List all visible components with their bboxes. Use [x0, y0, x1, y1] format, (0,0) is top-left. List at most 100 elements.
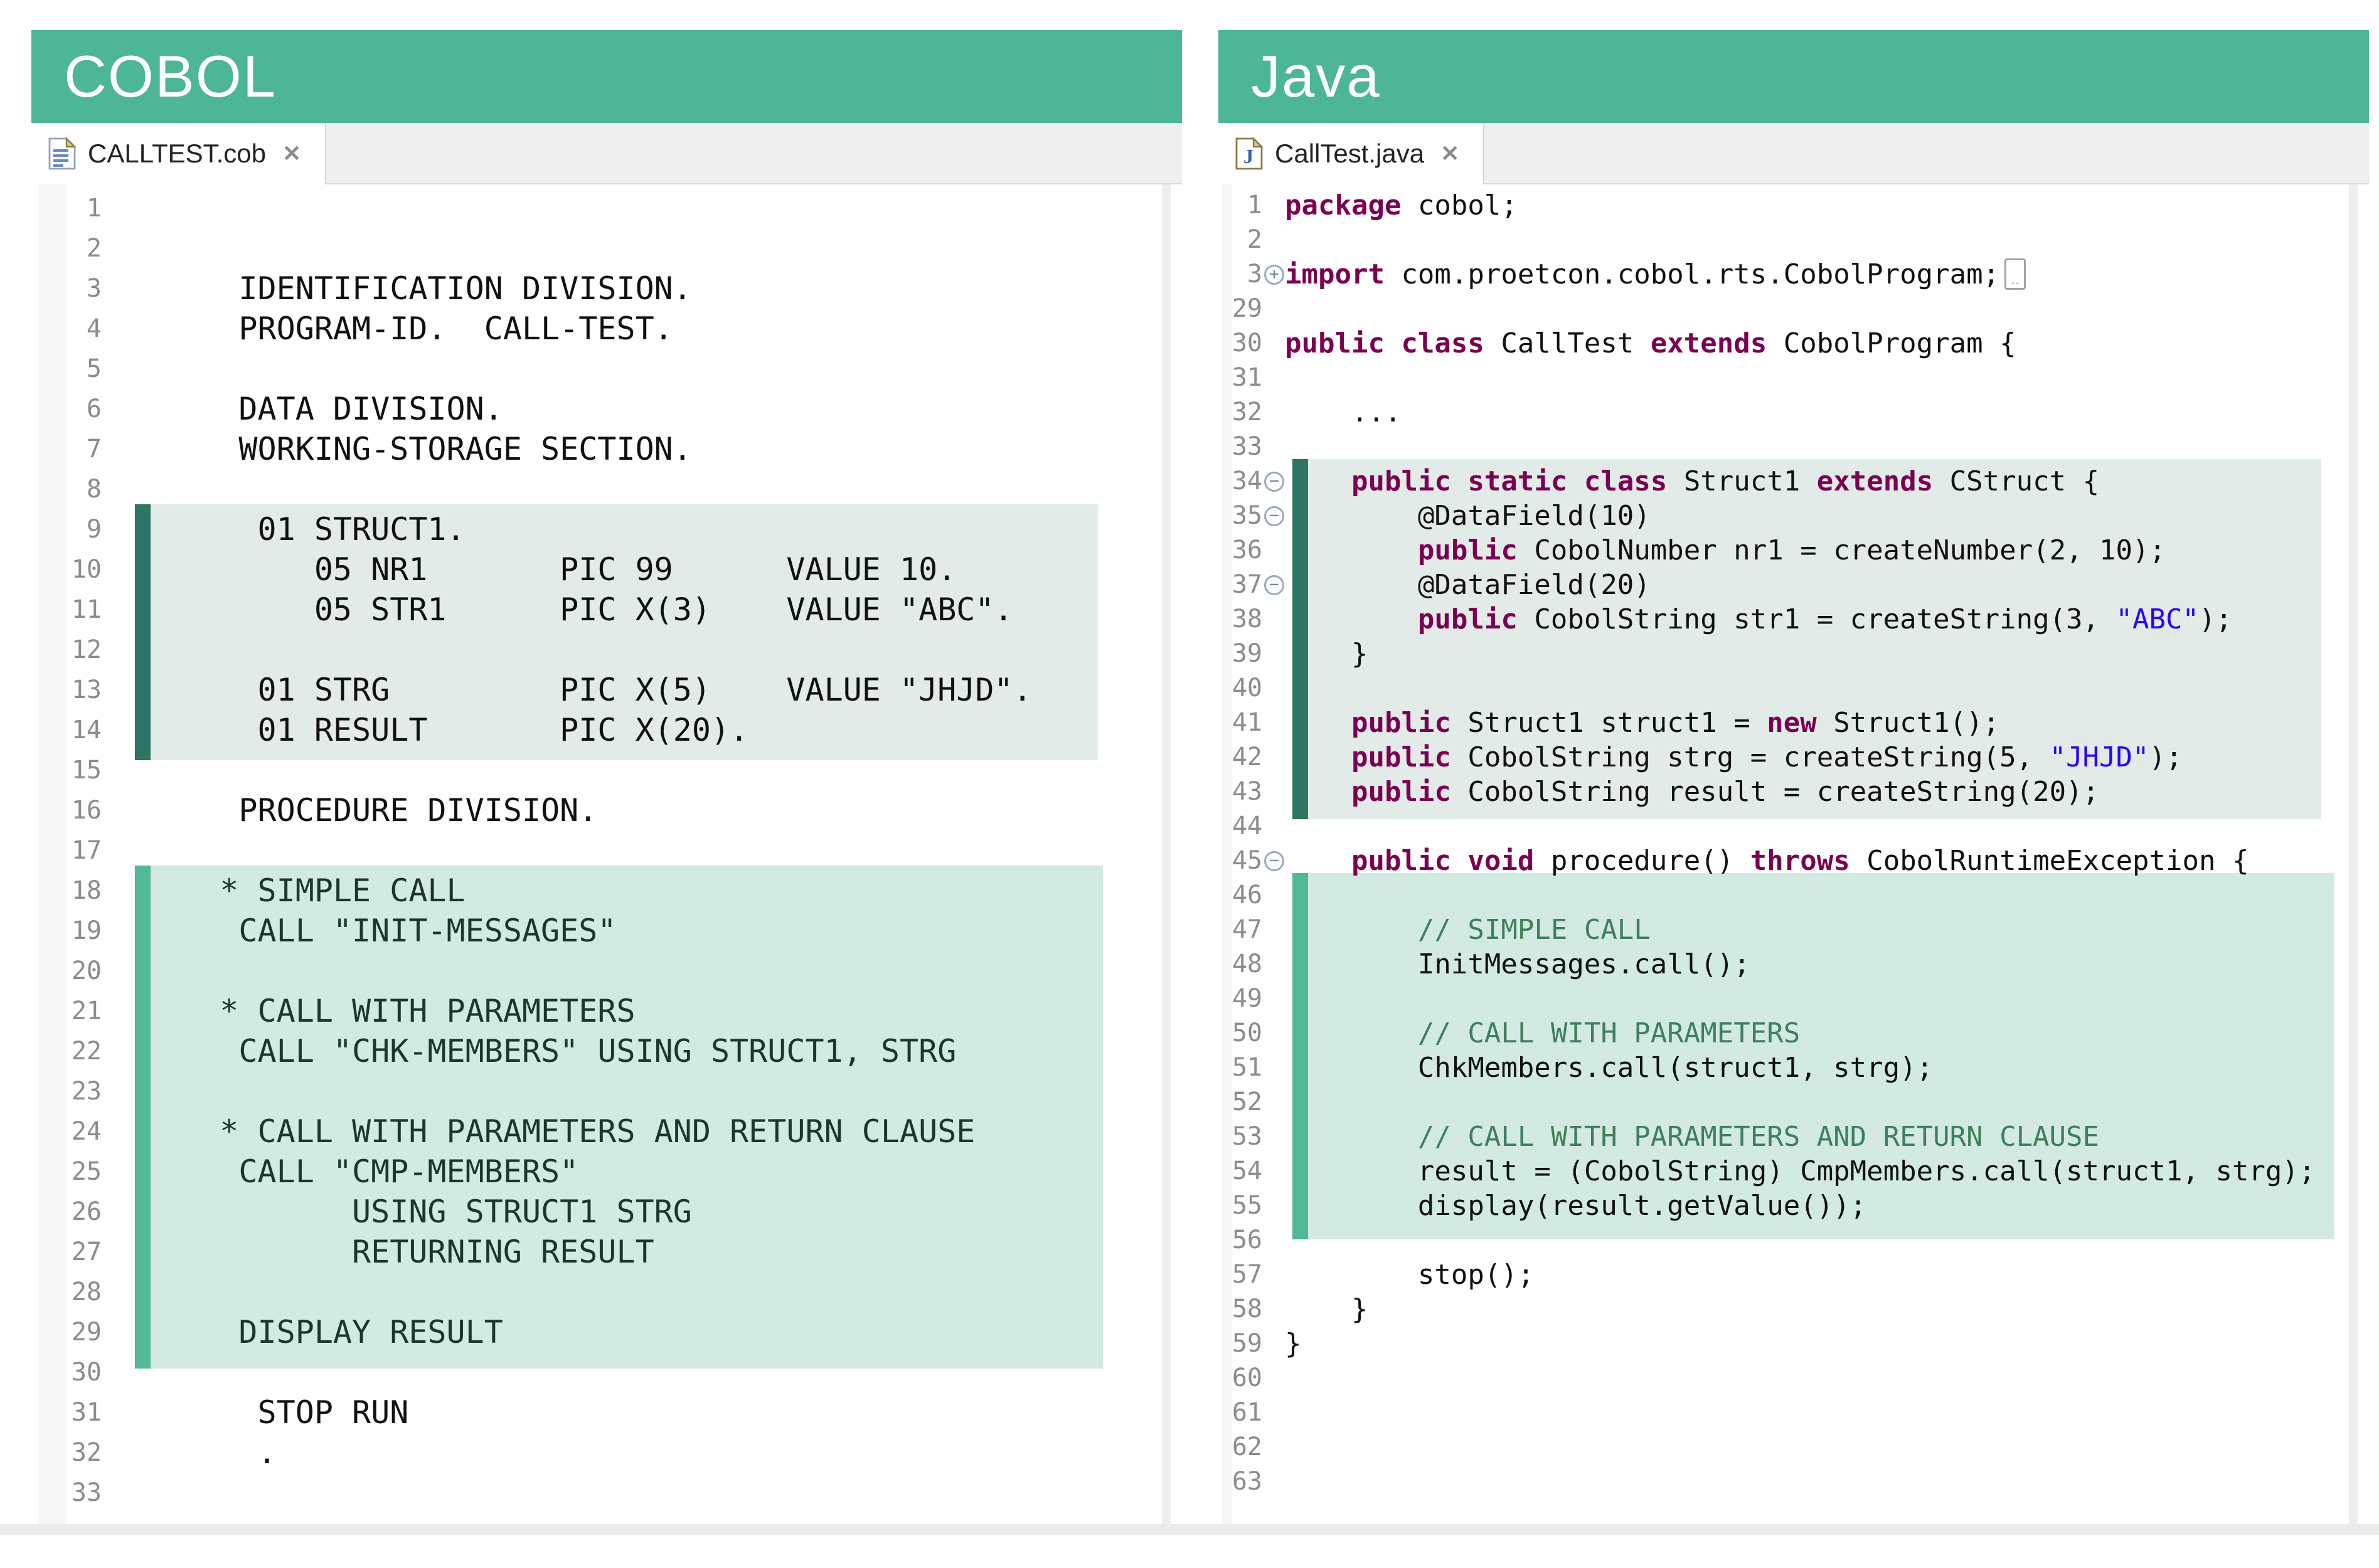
line-number: 33 — [31, 1473, 102, 1513]
code-line[interactable]: 22 CALL "CHK-MEMBERS" USING STRUCT1, STR… — [31, 1031, 1182, 1071]
code-line[interactable]: 51 ChkMembers.call(struct1, strg); — [1218, 1051, 2369, 1085]
code-line[interactable]: 1package cobol; — [1218, 188, 2369, 223]
code-line[interactable]: 39 } — [1218, 637, 2369, 671]
code-line[interactable]: 6 DATA DIVISION. — [31, 389, 1182, 429]
code-line[interactable]: 46 — [1218, 878, 2369, 913]
fold-collapse-icon[interactable]: − — [1264, 575, 1284, 595]
code-line[interactable]: 55 display(result.getValue()); — [1218, 1189, 2369, 1223]
line-number: 57 — [1218, 1258, 1262, 1292]
code-line[interactable]: 5 — [31, 349, 1182, 389]
tab-close-icon[interactable]: ✕ — [282, 142, 301, 165]
tab-close-icon[interactable]: ✕ — [1440, 142, 1459, 165]
code-line[interactable]: 12 — [31, 630, 1182, 670]
code-line[interactable]: 11 05 STR1 PIC X(3) VALUE "ABC". — [31, 590, 1182, 630]
code-line[interactable]: 53 // CALL WITH PARAMETERS AND RETURN CL… — [1218, 1120, 2369, 1154]
code-line[interactable]: 19 CALL "INIT-MESSAGES" — [31, 911, 1182, 951]
code-line[interactable]: 41 public Struct1 struct1 = new Struct1(… — [1218, 706, 2369, 740]
code-line[interactable]: 56 — [1218, 1223, 2369, 1258]
code-line[interactable]: 58 } — [1218, 1292, 2369, 1327]
code-line[interactable]: 1 — [31, 188, 1182, 228]
code-line[interactable]: 57 stop(); — [1218, 1258, 2369, 1292]
code-text: public CobolString result = createString… — [1285, 775, 2099, 809]
code-line[interactable]: 31 — [1218, 361, 2369, 395]
code-line[interactable]: 17 — [31, 830, 1182, 871]
code-line[interactable]: 47 // SIMPLE CALL — [1218, 913, 2369, 947]
tab-calltest-java[interactable]: J CallTest.java ✕ — [1218, 123, 1484, 184]
code-line[interactable]: 14 01 RESULT PIC X(20). — [31, 710, 1182, 750]
code-line[interactable]: 43 public CobolString result = createStr… — [1218, 775, 2369, 809]
code-line[interactable]: 16 PROCEDURE DIVISION. — [31, 790, 1182, 830]
code-line[interactable]: 23 — [31, 1071, 1182, 1111]
line-number: 24 — [31, 1111, 102, 1152]
code-line[interactable]: 60 — [1218, 1361, 2369, 1396]
code-line[interactable]: 42 public CobolString strg = createStrin… — [1218, 740, 2369, 775]
fold-collapse-icon[interactable]: − — [1264, 851, 1284, 871]
code-line[interactable]: 30public class CallTest extends CobolPro… — [1218, 326, 2369, 361]
code-line[interactable]: 48 InitMessages.call(); — [1218, 947, 2369, 982]
code-line[interactable]: 29 DISPLAY RESULT — [31, 1312, 1182, 1352]
code-line[interactable]: 52 — [1218, 1085, 2369, 1120]
code-line[interactable]: 61 — [1218, 1396, 2369, 1430]
code-line[interactable]: 13 01 STRG PIC X(5) VALUE "JHJD". — [31, 670, 1182, 710]
code-line[interactable]: 30 — [31, 1352, 1182, 1392]
code-line[interactable]: 9 01 STRUCT1. — [31, 509, 1182, 549]
code-line[interactable]: 18 * SIMPLE CALL — [31, 871, 1182, 911]
line-number: 28 — [31, 1272, 102, 1312]
vertical-scrollbar[interactable] — [2349, 184, 2358, 1524]
code-text — [130, 228, 163, 268]
code-line[interactable]: 54 result = (CobolString) CmpMembers.cal… — [1218, 1154, 2369, 1189]
folding-column — [1262, 1120, 1285, 1154]
code-line[interactable]: 31 STOP RUN — [31, 1392, 1182, 1433]
code-line[interactable]: 59} — [1218, 1327, 2369, 1361]
plain-code: } — [1285, 1328, 1302, 1360]
collapsed-region-icon[interactable]: ‥ — [2004, 258, 2026, 290]
code-line[interactable]: 37− @DataField(20) — [1218, 568, 2369, 602]
code-line[interactable]: 25 CALL "CMP-MEMBERS" — [31, 1152, 1182, 1192]
code-line[interactable]: 2 — [31, 228, 1182, 268]
code-line[interactable]: 32 . — [31, 1433, 1182, 1473]
code-line[interactable]: 33 — [31, 1473, 1182, 1513]
fold-collapse-icon[interactable]: − — [1264, 506, 1284, 526]
folding-column — [1262, 1258, 1285, 1292]
java-keyword: public — [1351, 776, 1451, 808]
code-line[interactable]: 33 — [1218, 430, 2369, 464]
code-line[interactable]: 20 — [31, 951, 1182, 991]
code-text: * SIMPLE CALL — [130, 871, 466, 911]
line-number: 5 — [31, 349, 102, 389]
code-line[interactable]: 2 — [1218, 223, 2369, 257]
code-line[interactable]: 3 IDENTIFICATION DIVISION. — [31, 268, 1182, 309]
code-line[interactable]: 15 — [31, 750, 1182, 790]
plain-code: CobolString strg = createString(5, — [1451, 741, 2050, 773]
code-line[interactable]: 45− public void procedure() throws Cobol… — [1218, 844, 2369, 878]
code-line[interactable]: 44 — [1218, 809, 2369, 844]
code-line[interactable]: 50 // CALL WITH PARAMETERS — [1218, 1016, 2369, 1051]
code-line[interactable]: 7 WORKING-STORAGE SECTION. — [31, 429, 1182, 469]
java-code-area[interactable]: 1package cobol;23+import com.proetcon.co… — [1218, 184, 2369, 1524]
code-line[interactable]: 38 public CobolString str1 = createStrin… — [1218, 602, 2369, 637]
code-line[interactable]: 27 RETURNING RESULT — [31, 1232, 1182, 1272]
code-line[interactable]: 3+import com.proetcon.cobol.rts.CobolPro… — [1218, 257, 2369, 292]
code-line[interactable]: 49 — [1218, 982, 2369, 1016]
code-line[interactable]: 4 PROGRAM-ID. CALL-TEST. — [31, 309, 1182, 349]
fold-expand-icon[interactable]: + — [1264, 265, 1284, 285]
plain-code: CobolRuntimeException { — [1850, 845, 2249, 877]
code-line[interactable]: 29 — [1218, 292, 2369, 326]
code-line[interactable]: 28 — [31, 1272, 1182, 1312]
code-line[interactable]: 40 — [1218, 671, 2369, 706]
code-line[interactable]: 62 — [1218, 1430, 2369, 1465]
code-line[interactable]: 8 — [31, 469, 1182, 509]
vertical-scrollbar[interactable] — [1162, 184, 1171, 1524]
tab-calltest-cob[interactable]: CALLTEST.cob ✕ — [31, 123, 326, 184]
code-line[interactable]: 32 ... — [1218, 395, 2369, 430]
code-line[interactable]: 21 * CALL WITH PARAMETERS — [31, 991, 1182, 1031]
code-line[interactable]: 26 USING STRUCT1 STRG — [31, 1192, 1182, 1232]
code-line[interactable]: 35− @DataField(10) — [1218, 499, 2369, 533]
fold-collapse-icon[interactable]: − — [1264, 472, 1284, 492]
cobol-code-area[interactable]: 123 IDENTIFICATION DIVISION.4 PROGRAM-ID… — [31, 184, 1182, 1524]
code-line[interactable]: 10 05 NR1 PIC 99 VALUE 10. — [31, 549, 1182, 590]
code-line[interactable]: 36 public CobolNumber nr1 = createNumber… — [1218, 533, 2369, 568]
code-line[interactable]: 24 * CALL WITH PARAMETERS AND RETURN CLA… — [31, 1111, 1182, 1152]
folding-column — [102, 1031, 130, 1071]
code-line[interactable]: 34− public static class Struct1 extends … — [1218, 464, 2369, 499]
code-line[interactable]: 63 — [1218, 1465, 2369, 1499]
